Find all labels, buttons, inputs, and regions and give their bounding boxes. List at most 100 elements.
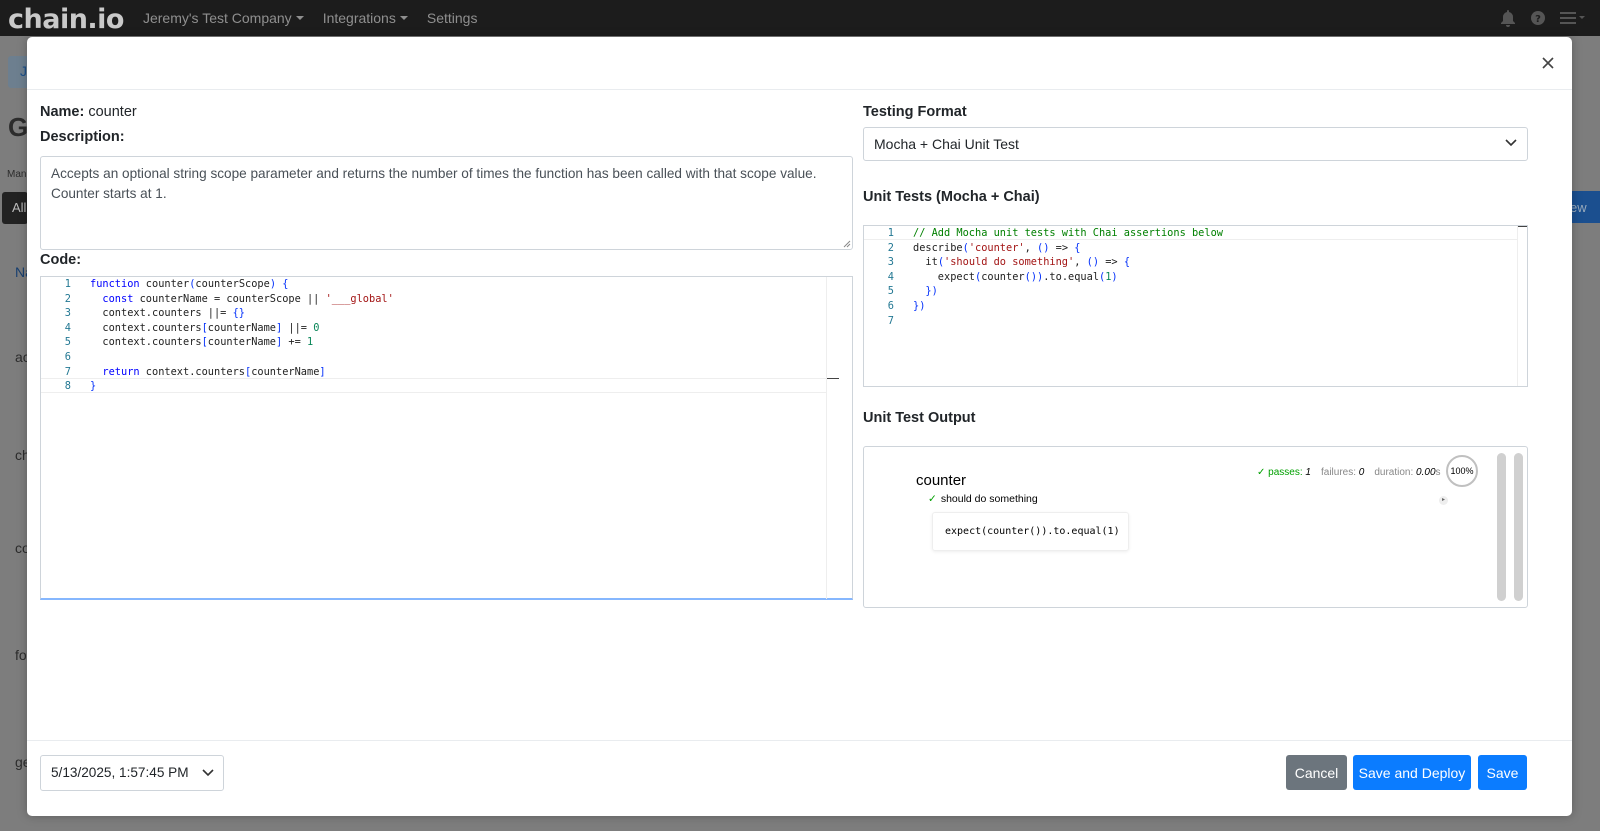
code-line[interactable]: 1 // Add Mocha unit tests with Chai asser… xyxy=(864,226,1527,241)
passes-count: 1 xyxy=(1305,467,1311,478)
code-text: } xyxy=(90,380,97,393)
duration-unit: s xyxy=(1435,467,1441,478)
name-value: counter xyxy=(88,104,137,120)
check-icon: ✓ xyxy=(1257,467,1266,478)
code-text: }) xyxy=(925,285,938,298)
code-text: // Add Mocha unit tests with Chai assert… xyxy=(913,227,1223,239)
company-menu-label: Jeremy's Test Company xyxy=(142,10,292,26)
code-text: describe('counter', () => { xyxy=(913,241,1081,254)
code-text: const counterName = counterScope || '___… xyxy=(102,292,394,305)
company-menu[interactable]: Jeremy's Test Company xyxy=(143,10,304,26)
code-text: }) xyxy=(913,300,926,312)
menu-icon[interactable] xyxy=(1560,11,1586,25)
code-text: context.counters[counterName] += 1 xyxy=(90,336,314,349)
line-number: 7 xyxy=(64,365,71,378)
unit-test-output-label: Unit Test Output xyxy=(863,410,976,426)
code-line[interactable]: 4 expect(counter()).to.equal(1) xyxy=(864,270,1527,285)
version-select[interactable]: 5/13/2025, 1:57:45 PM xyxy=(40,755,224,791)
line-number: 2 xyxy=(64,292,71,305)
help-icon[interactable]: ? xyxy=(1530,10,1546,26)
progress-value: 100% xyxy=(1450,466,1474,476)
code-line[interactable]: 7 xyxy=(864,314,1527,329)
description-textarea[interactable]: Accepts an optional string scope paramet… xyxy=(40,156,853,250)
unit-tests-editor[interactable]: 1 // Add Mocha unit tests with Chai asser… xyxy=(863,225,1528,387)
code-line[interactable]: 2 describe('counter', () => { xyxy=(864,241,1527,256)
name-label: Name: xyxy=(40,104,85,120)
settings-link[interactable]: Settings xyxy=(427,10,478,26)
line-number: 6 xyxy=(887,300,894,312)
background-fragment: ew xyxy=(1570,200,1587,215)
bell-icon[interactable] xyxy=(1500,9,1516,27)
name-row: Name: counter xyxy=(40,104,137,120)
panel-scrollbar[interactable] xyxy=(1514,453,1523,601)
save-and-deploy-button[interactable]: Save and Deploy xyxy=(1353,755,1471,790)
testing-format-value: Mocha + Chai Unit Test xyxy=(874,136,1019,152)
line-number: 1 xyxy=(64,278,71,290)
save-button[interactable]: Save xyxy=(1478,755,1527,790)
duration-stat: duration: 0.00s xyxy=(1374,467,1440,478)
testing-format-select[interactable]: Mocha + Chai Unit Test xyxy=(863,127,1528,161)
resize-grip-icon[interactable] xyxy=(841,238,851,248)
logo[interactable]: chain.io xyxy=(8,4,124,35)
modal-footer: 5/13/2025, 1:57:45 PM Cancel Save and De… xyxy=(27,740,1572,816)
suite-title[interactable]: counter xyxy=(916,472,966,489)
duration-label: duration: xyxy=(1374,467,1414,478)
code-text: expect(counter()).to.equal(1) xyxy=(913,270,1118,283)
line-number: 8 xyxy=(64,380,71,393)
edit-function-modal: Name: counter Description: Accepts an op… xyxy=(27,37,1572,816)
close-icon xyxy=(1542,57,1554,69)
caret-down-icon xyxy=(295,16,304,20)
svg-text:?: ? xyxy=(1535,14,1541,25)
code-line[interactable]: 3 context.counters ||= {} xyxy=(41,306,852,321)
line-number: 4 xyxy=(64,321,71,334)
description-label: Description: xyxy=(40,129,125,145)
description-text: Accepts an optional string scope paramet… xyxy=(51,166,817,201)
passes-stat[interactable]: ✓ passes: 1 xyxy=(1257,467,1311,478)
line-number: 2 xyxy=(887,241,894,254)
code-text: context.counters ||= {} xyxy=(90,307,245,320)
replay-icon[interactable]: ▸ xyxy=(1439,496,1448,505)
navbar-actions: ? xyxy=(1500,0,1586,36)
unit-test-output-panel: ✓ passes: 1 failures: 0 duration: 0.00s … xyxy=(863,446,1528,608)
code-label: Code: xyxy=(40,252,82,268)
code-line[interactable]: 2 const counterName = counterScope || '_… xyxy=(41,292,852,307)
code-line[interactable]: 8} xyxy=(41,379,852,394)
line-number: 5 xyxy=(64,336,71,349)
cancel-button[interactable]: Cancel xyxy=(1286,755,1347,790)
test-code-text: expect(counter()).to.equal(1) xyxy=(945,526,1120,537)
duration-value: 0.00 xyxy=(1416,467,1436,478)
test-title[interactable]: ✓ should do something xyxy=(928,493,1038,505)
code-line[interactable]: 6}) xyxy=(864,299,1527,314)
test-code-snippet: expect(counter()).to.equal(1) xyxy=(932,512,1129,551)
code-line[interactable]: 6 xyxy=(41,350,852,365)
code-line[interactable]: 4 context.counters[counterName] ||= 0 xyxy=(41,321,852,336)
close-button[interactable] xyxy=(1538,53,1558,73)
test-stats: ✓ passes: 1 failures: 0 duration: 0.00s xyxy=(1257,467,1441,478)
code-line[interactable]: 1 function counter(counterScope) { xyxy=(41,277,852,292)
test-title-text: should do something xyxy=(940,493,1038,505)
integrations-menu[interactable]: Integrations xyxy=(323,10,408,26)
failures-stat[interactable]: failures: 0 xyxy=(1321,467,1364,478)
modal-header xyxy=(27,37,1572,90)
background-fragment: All xyxy=(12,200,27,215)
failures-label: failures: xyxy=(1320,467,1356,478)
code-line[interactable]: 5 context.counters[counterName] += 1 xyxy=(41,335,852,350)
chevron-down-icon xyxy=(202,769,214,777)
line-number: 1 xyxy=(887,227,894,239)
background-fragment: fo xyxy=(15,647,27,663)
code-line[interactable]: 3 it('should do something', () => { xyxy=(864,255,1527,270)
testing-format-label: Testing Format xyxy=(863,104,967,120)
code-editor[interactable]: 1 function counter(counterScope) {2 const… xyxy=(40,276,853,600)
line-number: 7 xyxy=(887,314,894,327)
check-icon: ✓ xyxy=(928,493,937,505)
line-number: 4 xyxy=(887,270,894,283)
top-navbar: chain.io Jeremy's Test Company Integrati… xyxy=(0,0,1600,36)
output-scrollbar[interactable] xyxy=(1497,453,1506,601)
line-number: 5 xyxy=(887,285,894,298)
version-date: 5/13/2025, 1:57:45 PM xyxy=(51,765,189,780)
code-line[interactable]: 7 return context.counters[counterName] xyxy=(41,365,852,380)
background-fragment: G xyxy=(8,112,29,142)
code-text: context.counters[counterName] ||= 0 xyxy=(90,321,320,334)
code-text: it('should do something', () => { xyxy=(913,256,1131,269)
code-line[interactable]: 5 }) xyxy=(864,284,1527,299)
